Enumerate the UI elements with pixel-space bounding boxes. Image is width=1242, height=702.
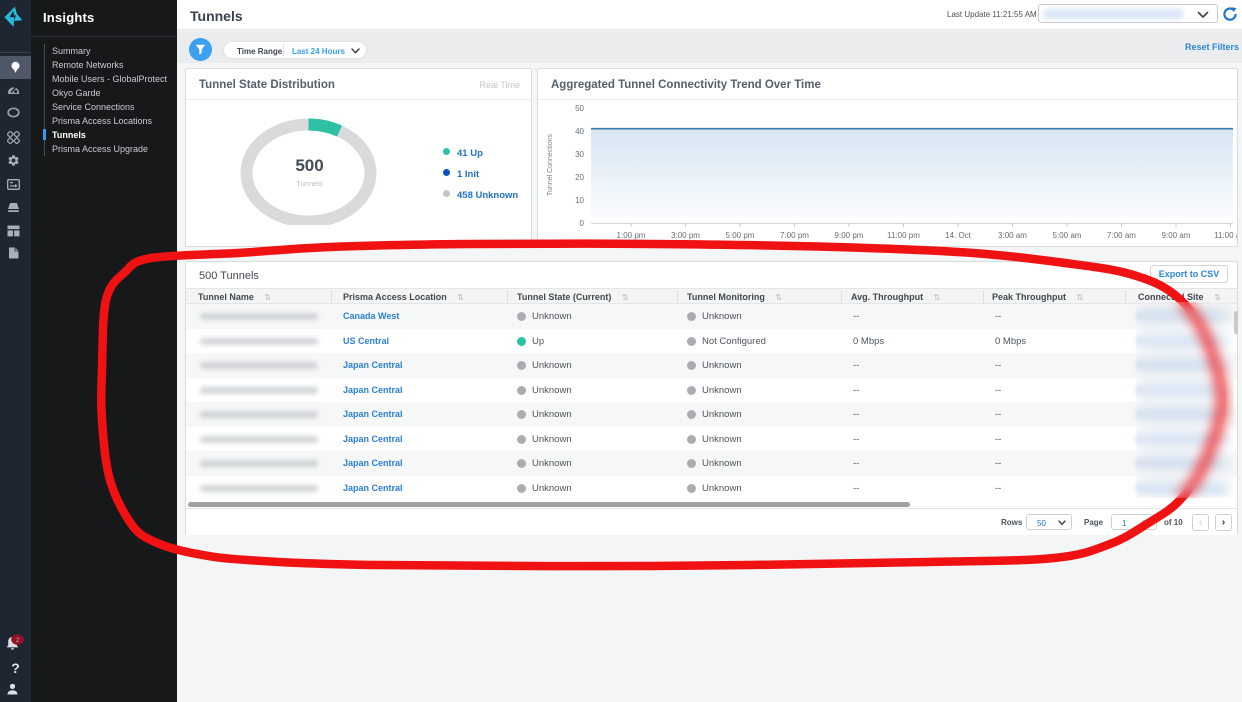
svg-text:9:00 pm: 9:00 pm bbox=[835, 231, 864, 240]
svg-text:3:00 pm: 3:00 pm bbox=[671, 231, 700, 240]
svg-text:14. Oct: 14. Oct bbox=[945, 231, 972, 240]
svg-text:5:00 am: 5:00 am bbox=[1053, 231, 1082, 240]
svg-text:Tunnel Connections: Tunnel Connections bbox=[547, 134, 554, 197]
svg-text:1:00 pm: 1:00 pm bbox=[617, 231, 646, 240]
svg-text:7:00 am: 7:00 am bbox=[1107, 231, 1136, 240]
svg-text:20: 20 bbox=[575, 173, 584, 182]
svg-text:40: 40 bbox=[575, 127, 584, 136]
svg-text:3:00 am: 3:00 am bbox=[998, 231, 1027, 240]
svg-text:30: 30 bbox=[575, 150, 584, 159]
svg-text:0: 0 bbox=[580, 219, 585, 228]
svg-text:50: 50 bbox=[575, 104, 584, 113]
svg-text:11:00 pm: 11:00 pm bbox=[887, 231, 920, 240]
svg-text:5:00 pm: 5:00 pm bbox=[726, 231, 755, 240]
svg-text:9:00 am: 9:00 am bbox=[1162, 231, 1191, 240]
svg-text:10: 10 bbox=[575, 196, 584, 205]
svg-text:11:00 am: 11:00 am bbox=[1214, 231, 1237, 240]
svg-text:7:00 pm: 7:00 pm bbox=[780, 231, 809, 240]
